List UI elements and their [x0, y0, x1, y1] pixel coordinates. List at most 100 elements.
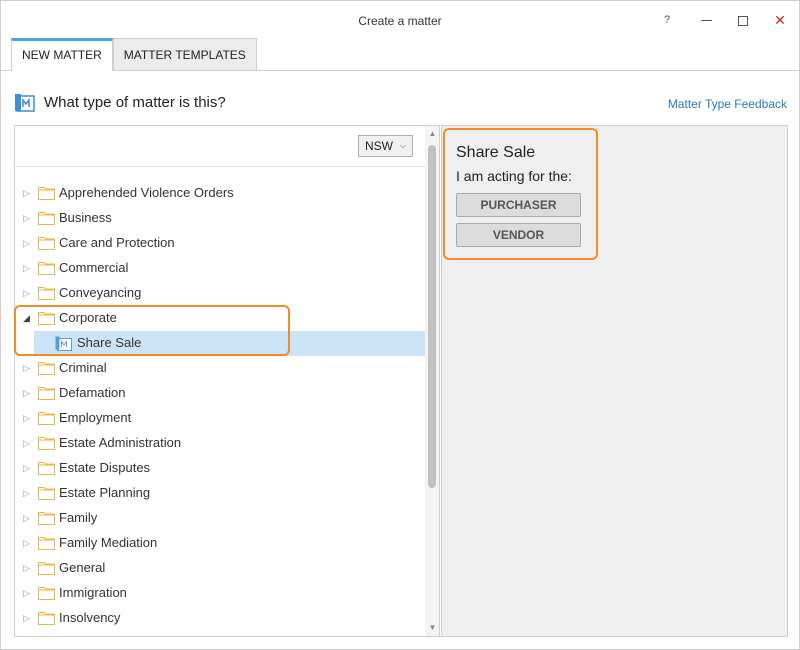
matter-type-tree-panel: NSW ⌵ ▷ Apprehended Violence Orders ▷ Bu… [14, 125, 440, 637]
folder-icon [38, 612, 55, 625]
chevron-down-icon: ⌵ [399, 141, 406, 150]
create-matter-window: Create a matter ? ✕ NEW MATTER MATTER TE… [0, 0, 800, 650]
folder-icon [38, 212, 55, 225]
tree-item-label: Business [59, 210, 112, 225]
folder-icon [38, 537, 55, 550]
tree-item-apprehended-violence-orders[interactable]: ▷ Apprehended Violence Orders [15, 181, 425, 206]
folder-icon [38, 287, 55, 300]
expand-arrow-icon[interactable]: ▷ [23, 287, 33, 299]
expand-arrow-icon[interactable]: ▷ [23, 487, 33, 499]
minimize-button[interactable] [693, 9, 719, 31]
tree-item-criminal[interactable]: ▷ Criminal [15, 356, 425, 381]
expand-arrow-icon[interactable]: ▷ [23, 462, 33, 474]
tree-item-defamation[interactable]: ▷ Defamation [15, 381, 425, 406]
matter-type-icon [55, 336, 72, 351]
help-button[interactable]: ? [654, 9, 680, 31]
tree-item-label: Criminal [59, 360, 107, 375]
tree-item-label: Estate Planning [59, 485, 151, 500]
collapse-arrow-icon[interactable]: ◢ [23, 312, 33, 324]
expand-arrow-icon[interactable]: ▷ [23, 237, 33, 249]
scroll-thumb[interactable] [428, 145, 436, 488]
title-bar: Create a matter ? ✕ [1, 1, 799, 39]
tree-item-corporate[interactable]: ◢ Corporate [15, 306, 425, 331]
expand-arrow-icon[interactable]: ▷ [23, 262, 33, 274]
detail-title: Share Sale [456, 144, 536, 161]
tree-item-label: Estate Administration [59, 435, 182, 450]
maximize-button[interactable] [730, 9, 756, 31]
tree-item-label: Corporate [59, 310, 117, 325]
tab-new-matter[interactable]: NEW MATTER [11, 38, 113, 71]
tab-divider [1, 70, 799, 71]
folder-icon [38, 462, 55, 475]
region-select-value: NSW [365, 139, 393, 153]
tab-strip: NEW MATTER MATTER TEMPLATES [11, 38, 257, 71]
expand-arrow-icon[interactable]: ▷ [23, 412, 33, 424]
tree-item-label: Care and Protection [59, 235, 175, 250]
tree-scrollbar[interactable]: ▲ ▼ [425, 126, 439, 636]
tree-item-label: Employment [59, 410, 132, 425]
folder-icon [38, 587, 55, 600]
folder-icon [38, 387, 55, 400]
tree-item-estate-disputes[interactable]: ▷ Estate Disputes [15, 456, 425, 481]
tree-item-employment[interactable]: ▷ Employment [15, 406, 425, 431]
region-select[interactable]: NSW ⌵ [358, 135, 413, 157]
tree-item-family-mediation[interactable]: ▷ Family Mediation [15, 531, 425, 556]
folder-icon [38, 562, 55, 575]
expand-arrow-icon[interactable]: ▷ [23, 437, 33, 449]
tree-item-family[interactable]: ▷ Family [15, 506, 425, 531]
expand-arrow-icon[interactable]: ▷ [23, 562, 33, 574]
tree-item-estate-administration[interactable]: ▷ Estate Administration [15, 431, 425, 456]
expand-arrow-icon[interactable]: ▷ [23, 512, 33, 524]
tree-item-commercial[interactable]: ▷ Commercial [15, 256, 425, 281]
expand-arrow-icon[interactable]: ▷ [23, 362, 33, 374]
expand-arrow-icon[interactable]: ▷ [23, 187, 33, 199]
tree-item-general[interactable]: ▷ General [15, 556, 425, 581]
expand-arrow-icon[interactable]: ▷ [23, 612, 33, 624]
tab-matter-templates[interactable]: MATTER TEMPLATES [112, 38, 257, 70]
expand-arrow-icon[interactable]: ▷ [23, 587, 33, 599]
expand-arrow-icon[interactable]: ▷ [23, 212, 33, 224]
tree-item-immigration[interactable]: ▷ Immigration [15, 581, 425, 606]
tree-divider [15, 166, 425, 167]
folder-icon [38, 412, 55, 425]
tree-item-care-and-protection[interactable]: ▷ Care and Protection [15, 231, 425, 256]
tree-item-share-sale[interactable]: Share Sale [34, 331, 425, 356]
matter-type-icon [15, 94, 35, 112]
folder-icon [38, 237, 55, 250]
expand-arrow-icon[interactable]: ▷ [23, 387, 33, 399]
tree-item-business[interactable]: ▷ Business [15, 206, 425, 231]
purchaser-button[interactable]: PURCHASER [456, 193, 581, 217]
tree-item-label: Insolvency [59, 610, 121, 625]
folder-icon [38, 512, 55, 525]
tree-item-label: Defamation [59, 385, 126, 400]
matter-detail-card: Share Sale I am acting for the: PURCHASE… [443, 128, 598, 260]
tree-item-conveyancing[interactable]: ▷ Conveyancing [15, 281, 425, 306]
folder-icon [38, 437, 55, 450]
tree-item-label: Conveyancing [59, 285, 142, 300]
tree-item-insolvency[interactable]: ▷ Insolvency [15, 606, 425, 631]
tree-item-label: Commercial [59, 260, 129, 275]
folder-icon [38, 362, 55, 375]
tree-item-label: General [59, 560, 106, 575]
close-button[interactable]: ✕ [767, 9, 793, 31]
minimize-icon [700, 20, 712, 22]
page-question: What type of matter is this? [44, 94, 226, 111]
tree-item-label: Apprehended Violence Orders [59, 185, 234, 200]
vendor-button[interactable]: VENDOR [456, 223, 581, 247]
tree-item-label: Estate Disputes [59, 460, 151, 475]
matter-type-feedback-link[interactable]: Matter Type Feedback [668, 97, 787, 111]
folder-icon [38, 187, 55, 200]
detail-subtitle: I am acting for the: [456, 168, 572, 184]
tree-item-estate-planning[interactable]: ▷ Estate Planning [15, 481, 425, 506]
scroll-up-icon[interactable]: ▲ [425, 126, 439, 142]
tree-item-label: Immigration [59, 585, 127, 600]
tree-item-label: Share Sale [77, 335, 142, 350]
scroll-down-icon[interactable]: ▼ [425, 620, 439, 636]
expand-arrow-icon[interactable]: ▷ [23, 537, 33, 549]
matter-type-tree: ▷ Apprehended Violence Orders ▷ Business… [15, 181, 425, 631]
folder-icon [38, 312, 55, 325]
tree-item-label: Family Mediation [59, 535, 158, 550]
folder-icon [38, 262, 55, 275]
matter-detail-panel: Share Sale I am acting for the: PURCHASE… [441, 125, 788, 637]
tree-item-label: Family [59, 510, 98, 525]
